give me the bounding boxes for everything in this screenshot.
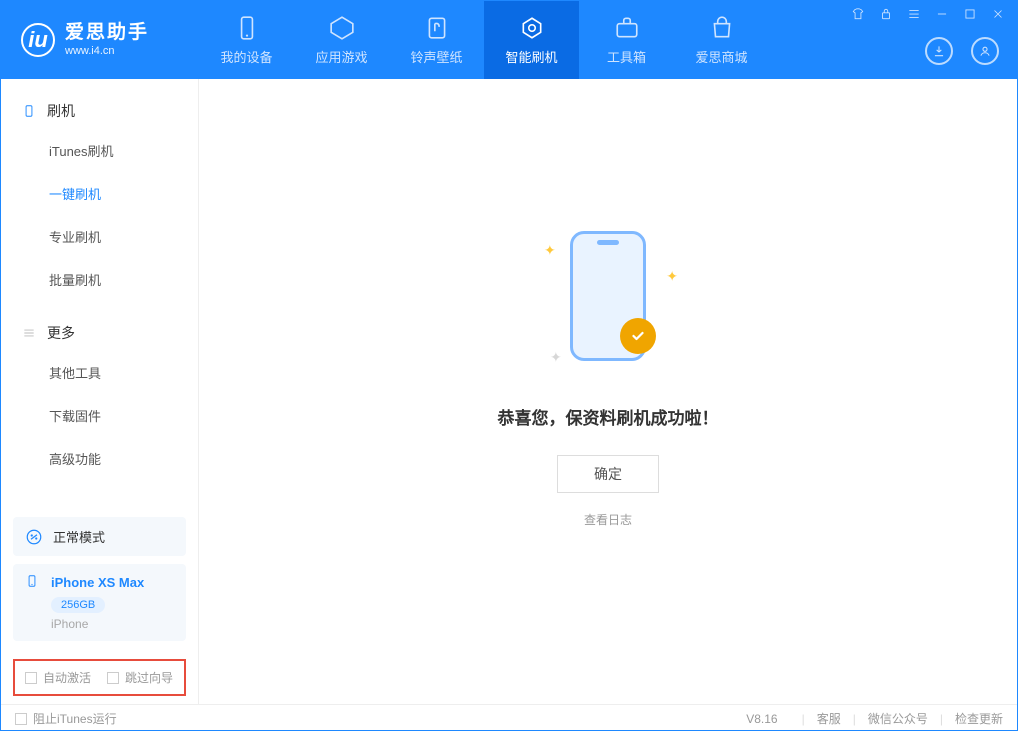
tab-ringtones-wallpapers[interactable]: 铃声壁纸 [389, 1, 484, 79]
lock-icon[interactable] [879, 7, 893, 21]
success-message: 恭喜您，保资料刷机成功啦！ [498, 404, 719, 429]
tab-label: 工具箱 [607, 47, 646, 66]
sidebar-item-advanced[interactable]: 高级功能 [1, 437, 198, 480]
menu-icon[interactable] [907, 7, 921, 21]
more-icon [21, 325, 37, 341]
user-button[interactable] [971, 37, 999, 65]
maximize-button[interactable] [963, 7, 977, 21]
tab-smart-flash[interactable]: 智能刷机 [484, 1, 579, 79]
sparkle-icon: ✦ [550, 349, 562, 366]
shirt-icon[interactable] [851, 7, 865, 21]
minimize-button[interactable] [935, 7, 949, 21]
checkbox-icon [25, 672, 37, 684]
device-icon [21, 103, 37, 119]
checkbox-label: 自动激活 [43, 669, 91, 686]
mode-label: 正常模式 [53, 527, 105, 546]
tab-label: 应用游戏 [315, 47, 367, 66]
app-subtitle: www.i4.cn [65, 45, 149, 58]
sidebar-item-itunes-flash[interactable]: iTunes刷机 [1, 129, 198, 172]
tab-label: 我的设备 [220, 47, 272, 66]
tab-store[interactable]: 爱思商城 [674, 1, 769, 79]
sidebar-item-download-firmware[interactable]: 下载固件 [1, 394, 198, 437]
sparkle-icon: ✦ [544, 242, 556, 259]
sidebar-section-flash: 刷机 [1, 93, 198, 129]
checkbox-auto-activate[interactable]: 自动激活 [25, 669, 91, 686]
wechat-link[interactable]: 微信公众号 [868, 710, 928, 727]
sidebar-section-more: 更多 [1, 315, 198, 351]
sidebar-item-batch-flash[interactable]: 批量刷机 [1, 258, 198, 301]
checkbox-icon [15, 713, 27, 725]
logo-icon: iu [21, 23, 55, 57]
sidebar-item-other-tools[interactable]: 其他工具 [1, 351, 198, 394]
check-update-link[interactable]: 检查更新 [955, 710, 1003, 727]
sparkle-icon: ✦ [666, 268, 678, 285]
top-tabs: 我的设备 应用游戏 铃声壁纸 智能刷机 工具箱 爱思商城 [199, 1, 769, 79]
mode-icon [25, 528, 43, 546]
view-log-link[interactable]: 查看日志 [584, 511, 632, 528]
check-badge-icon [620, 318, 656, 354]
checkbox-label: 阻止iTunes运行 [33, 710, 117, 727]
header: iu 爱思助手 www.i4.cn 我的设备 应用游戏 铃声壁纸 智能刷机 工具… [1, 1, 1017, 79]
tab-label: 铃声壁纸 [410, 47, 462, 66]
version-label: V8.16 [746, 712, 777, 726]
download-button[interactable] [925, 37, 953, 65]
sidebar-section-title: 刷机 [47, 101, 75, 121]
bottom-options-box: 自动激活 跳过向导 [13, 659, 186, 696]
checkbox-skip-guide[interactable]: 跳过向导 [107, 669, 173, 686]
sidebar-section-title: 更多 [47, 323, 75, 343]
tab-my-device[interactable]: 我的设备 [199, 1, 294, 79]
checkbox-label: 跳过向导 [125, 669, 173, 686]
tab-apps-games[interactable]: 应用游戏 [294, 1, 389, 79]
sidebar: 刷机 iTunes刷机 一键刷机 专业刷机 批量刷机 更多 其他工具 下载固件 … [1, 79, 199, 704]
tab-label: 智能刷机 [505, 47, 557, 66]
sidebar-item-one-click-flash[interactable]: 一键刷机 [1, 172, 198, 215]
footer: 阻止iTunes运行 V8.16 | 客服 | 微信公众号 | 检查更新 [1, 704, 1017, 732]
checkbox-icon [107, 672, 119, 684]
app-title: 爱思助手 [65, 22, 149, 45]
close-button[interactable] [991, 7, 1005, 21]
main-content: ✦ ✦ ✦ 恭喜您，保资料刷机成功啦！ 确定 查看日志 [199, 79, 1017, 704]
support-link[interactable]: 客服 [817, 710, 841, 727]
tab-toolbox[interactable]: 工具箱 [579, 1, 674, 79]
device-type: iPhone [51, 617, 174, 631]
sidebar-item-pro-flash[interactable]: 专业刷机 [1, 215, 198, 258]
checkbox-block-itunes[interactable]: 阻止iTunes运行 [15, 710, 117, 727]
window-controls [851, 7, 1005, 21]
header-right [925, 37, 999, 65]
phone-icon [25, 574, 41, 590]
device-box[interactable]: iPhone XS Max 256GB iPhone [13, 564, 186, 641]
device-name: iPhone XS Max [51, 575, 144, 590]
logo-area: iu 爱思助手 www.i4.cn [1, 22, 199, 58]
mode-box[interactable]: 正常模式 [13, 517, 186, 556]
success-illustration: ✦ ✦ ✦ [518, 216, 698, 376]
device-storage-badge: 256GB [51, 597, 105, 613]
ok-button[interactable]: 确定 [557, 455, 659, 493]
tab-label: 爱思商城 [695, 47, 747, 66]
